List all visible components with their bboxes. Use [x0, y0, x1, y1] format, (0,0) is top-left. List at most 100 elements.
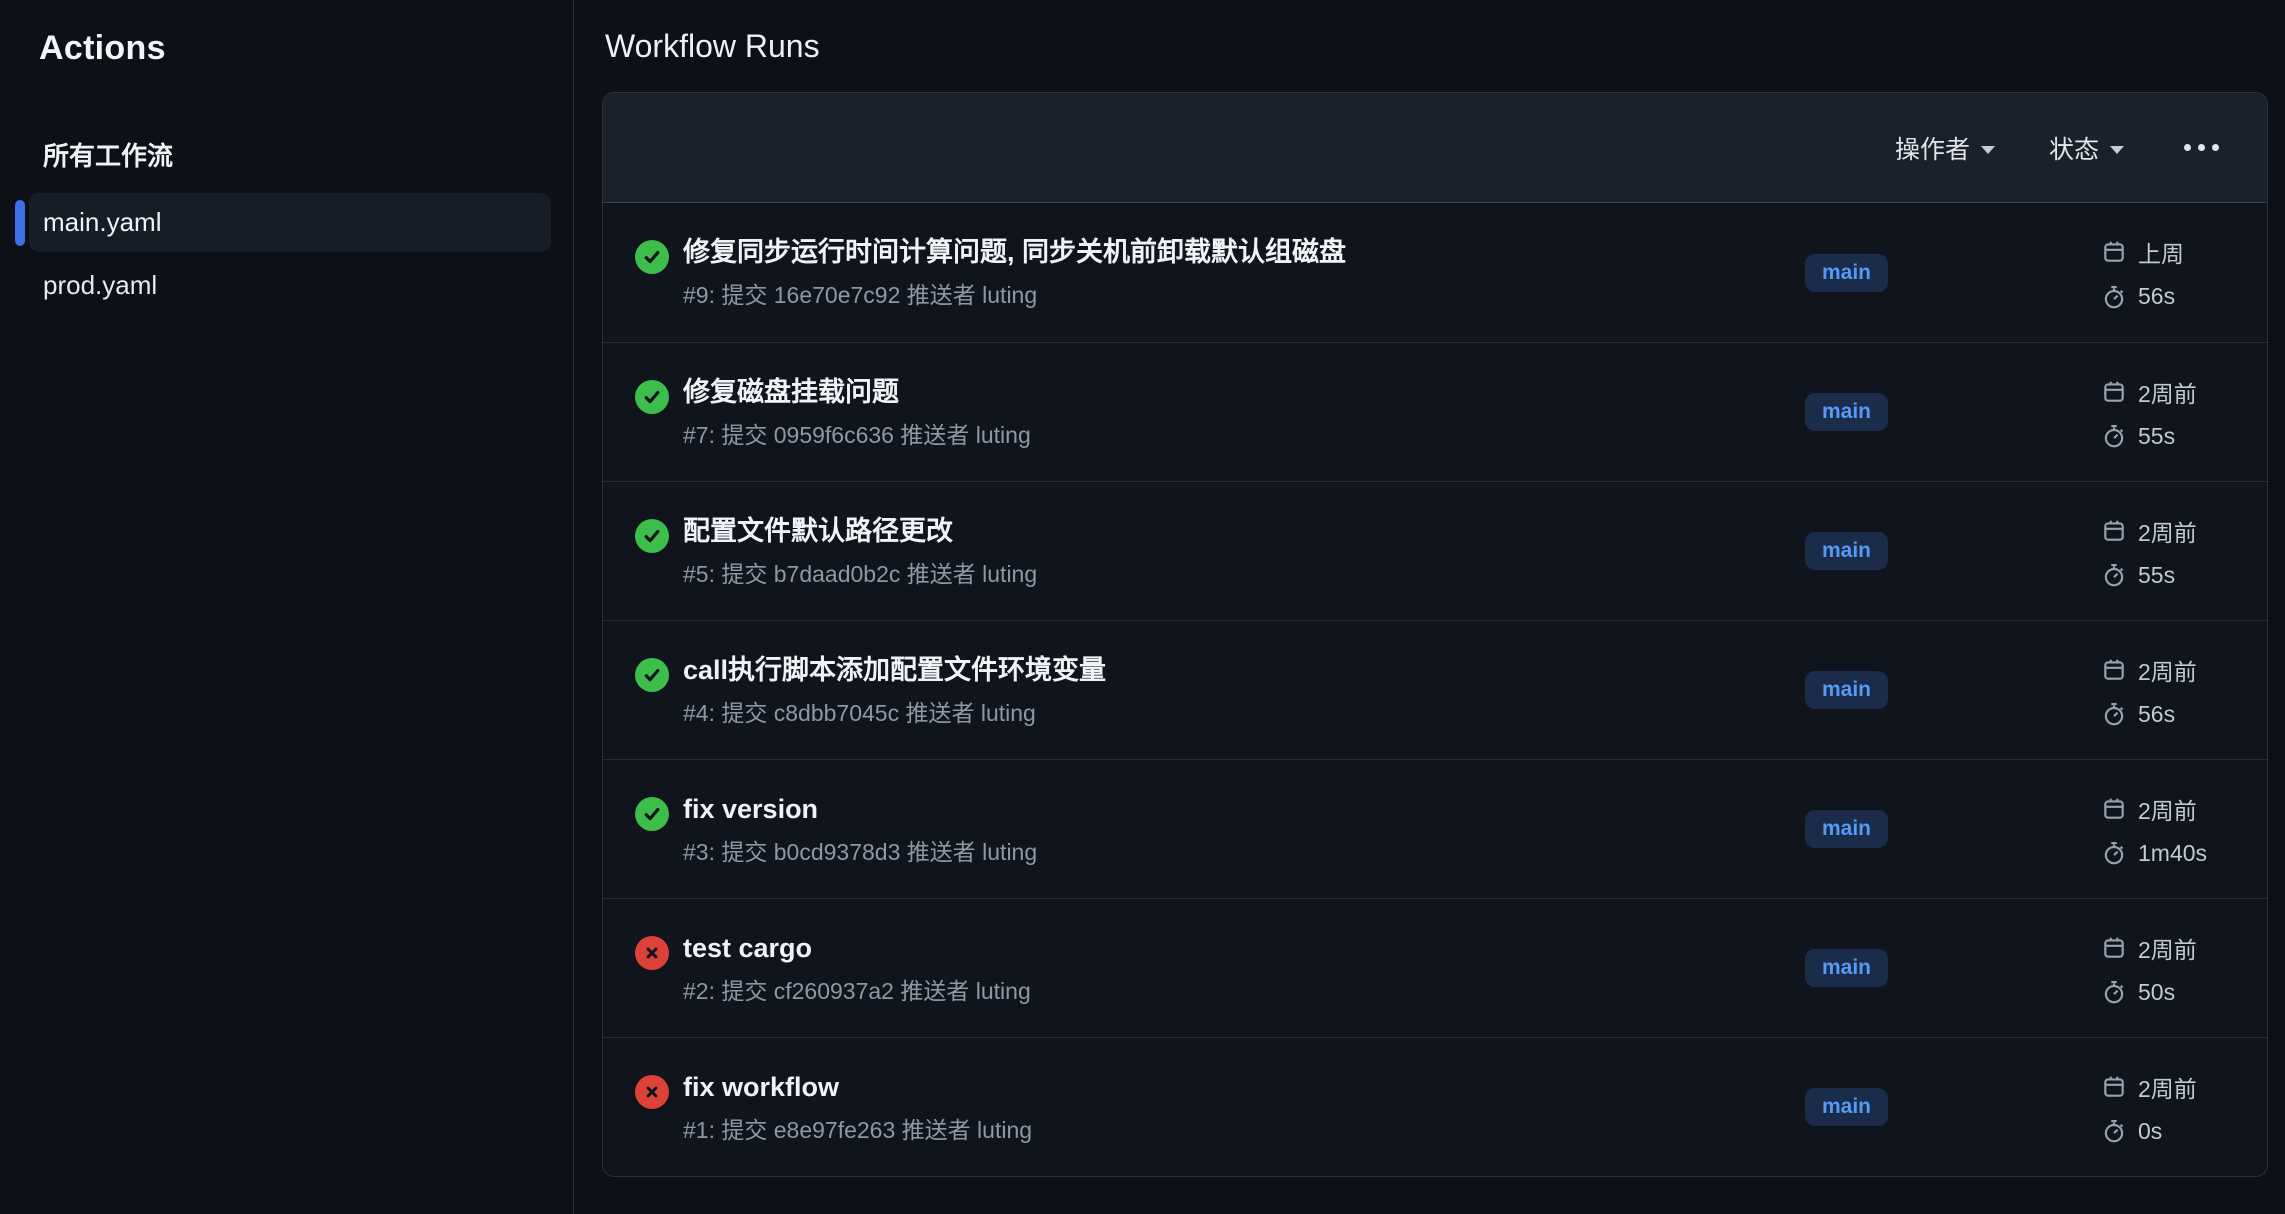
workflow-run-row[interactable]: fix version #3: 提交 b0cd9378d3 推送者 luting…	[603, 759, 2267, 898]
run-title-link[interactable]: fix version	[683, 792, 1785, 826]
run-duration-line: 0s	[2101, 1118, 2267, 1145]
run-date: 2周前	[2138, 1070, 2197, 1104]
run-date: 2周前	[2138, 931, 2197, 965]
stopwatch-icon	[2101, 840, 2127, 866]
run-date-line: 2周前	[2101, 653, 2267, 687]
sidebar-title: Actions	[39, 29, 573, 68]
workflow-run-row[interactable]: test cargo #2: 提交 cf260937a2 推送者 luting …	[603, 898, 2267, 1037]
run-duration: 50s	[2138, 979, 2175, 1006]
workflow-run-row[interactable]: call执行脚本添加配置文件环境变量 #4: 提交 c8dbb7045c 推送者…	[603, 620, 2267, 759]
sidebar-item-main-yaml[interactable]: main.yaml	[29, 193, 551, 252]
run-commit-info: #4: 提交 c8dbb7045c 推送者 luting	[683, 698, 1785, 728]
run-meta-column: 上周 56s	[2101, 203, 2267, 342]
run-date-line: 2周前	[2101, 931, 2267, 965]
branch-badge[interactable]: main	[1805, 393, 1888, 431]
workflow-runs-panel: 操作者 状态 修复同步运行时间计算问题, 同步关机前卸载默认组磁盘 #9: 提交…	[602, 92, 2268, 1177]
actions-sidebar: Actions 所有工作流 main.yaml prod.yaml	[0, 0, 574, 1214]
status-filter-dropdown[interactable]: 状态	[2049, 130, 2124, 166]
run-date-line: 2周前	[2101, 792, 2267, 826]
run-duration-line: 56s	[2101, 283, 2267, 310]
kebab-dot	[2212, 144, 2219, 151]
workflow-run-row[interactable]: 修复同步运行时间计算问题, 同步关机前卸载默认组磁盘 #9: 提交 16e70e…	[603, 203, 2267, 342]
run-duration: 56s	[2138, 283, 2175, 310]
run-commit-info: #2: 提交 cf260937a2 推送者 luting	[683, 976, 1785, 1006]
stopwatch-icon	[2101, 979, 2127, 1005]
run-text-block: 修复同步运行时间计算问题, 同步关机前卸载默认组磁盘 #9: 提交 16e70e…	[669, 203, 1805, 342]
run-text-block: fix workflow #1: 提交 e8e97fe263 推送者 lutin…	[669, 1038, 1805, 1176]
run-duration: 55s	[2138, 423, 2175, 450]
run-date: 2周前	[2138, 375, 2197, 409]
run-title-link[interactable]: 修复同步运行时间计算问题, 同步关机前卸载默认组磁盘	[683, 235, 1785, 269]
run-title-link[interactable]: call执行脚本添加配置文件环境变量	[683, 653, 1785, 687]
run-branch-column: main	[1805, 760, 2101, 898]
run-duration-line: 55s	[2101, 423, 2267, 450]
branch-badge[interactable]: main	[1805, 532, 1888, 570]
workflow-file-label: main.yaml	[43, 207, 161, 237]
run-duration-line: 56s	[2101, 701, 2267, 728]
check-icon	[642, 526, 662, 546]
workflow-run-row[interactable]: fix workflow #1: 提交 e8e97fe263 推送者 lutin…	[603, 1037, 2267, 1176]
stopwatch-icon	[2101, 562, 2127, 588]
run-branch-column: main	[1805, 621, 2101, 759]
run-duration-line: 50s	[2101, 979, 2267, 1006]
run-meta-column: 2周前 50s	[2101, 899, 2267, 1037]
run-meta-column: 2周前 1m40s	[2101, 760, 2267, 898]
check-icon	[642, 804, 662, 824]
run-text-block: fix version #3: 提交 b0cd9378d3 推送者 luting	[669, 760, 1805, 898]
run-branch-column: main	[1805, 482, 2101, 620]
run-text-block: 修复磁盘挂载问题 #7: 提交 0959f6c636 推送者 luting	[669, 343, 1805, 481]
run-duration-line: 1m40s	[2101, 840, 2267, 867]
run-duration: 1m40s	[2138, 840, 2207, 867]
run-commit-info: #3: 提交 b0cd9378d3 推送者 luting	[683, 837, 1785, 867]
x-icon	[643, 944, 661, 962]
run-date-line: 2周前	[2101, 1070, 2267, 1104]
branch-badge[interactable]: main	[1805, 810, 1888, 848]
stopwatch-icon	[2101, 1118, 2127, 1144]
run-date: 上周	[2138, 235, 2184, 269]
run-branch-column: main	[1805, 343, 2101, 481]
success-status-icon	[635, 797, 669, 831]
more-options-button[interactable]	[2178, 138, 2225, 157]
run-title-link[interactable]: test cargo	[683, 931, 1785, 965]
run-title-link[interactable]: 配置文件默认路径更改	[683, 514, 1785, 548]
calendar-icon	[2101, 1074, 2127, 1100]
branch-badge[interactable]: main	[1805, 671, 1888, 709]
calendar-icon	[2101, 379, 2127, 405]
workflow-run-row[interactable]: 修复磁盘挂载问题 #7: 提交 0959f6c636 推送者 luting ma…	[603, 342, 2267, 481]
run-branch-column: main	[1805, 899, 2101, 1037]
calendar-icon	[2101, 935, 2127, 961]
calendar-icon	[2101, 518, 2127, 544]
run-duration: 0s	[2138, 1118, 2162, 1145]
branch-badge[interactable]: main	[1805, 949, 1888, 987]
selected-indicator-bar	[15, 200, 25, 246]
sidebar-item-prod-yaml[interactable]: prod.yaml	[29, 256, 551, 315]
workflow-nav: 所有工作流 main.yaml prod.yaml	[15, 126, 551, 315]
status-filter-label: 状态	[2049, 130, 2099, 166]
runs-filter-bar: 操作者 状态	[603, 93, 2267, 203]
run-commit-info: #7: 提交 0959f6c636 推送者 luting	[683, 420, 1785, 450]
success-status-icon	[635, 658, 669, 692]
stopwatch-icon	[2101, 423, 2127, 449]
branch-badge[interactable]: main	[1805, 254, 1888, 292]
run-meta-column: 2周前 55s	[2101, 343, 2267, 481]
x-icon	[643, 1083, 661, 1101]
run-duration: 56s	[2138, 701, 2175, 728]
run-date: 2周前	[2138, 792, 2197, 826]
run-meta-column: 2周前 56s	[2101, 621, 2267, 759]
check-icon	[642, 247, 662, 267]
run-title-link[interactable]: 修复磁盘挂载问题	[683, 375, 1785, 409]
run-date: 2周前	[2138, 653, 2197, 687]
stopwatch-icon	[2101, 284, 2127, 310]
workflow-run-row[interactable]: 配置文件默认路径更改 #5: 提交 b7daad0b2c 推送者 luting …	[603, 481, 2267, 620]
run-date-line: 2周前	[2101, 375, 2267, 409]
run-text-block: test cargo #2: 提交 cf260937a2 推送者 luting	[669, 899, 1805, 1037]
run-date-line: 上周	[2101, 235, 2267, 269]
sidebar-item-all-workflows[interactable]: 所有工作流	[15, 126, 551, 183]
branch-badge[interactable]: main	[1805, 1088, 1888, 1126]
run-title-link[interactable]: fix workflow	[683, 1070, 1785, 1104]
actor-filter-label: 操作者	[1895, 130, 1970, 166]
calendar-icon	[2101, 796, 2127, 822]
chevron-down-icon	[1981, 146, 1995, 154]
success-status-icon	[635, 380, 669, 414]
actor-filter-dropdown[interactable]: 操作者	[1895, 130, 1995, 166]
